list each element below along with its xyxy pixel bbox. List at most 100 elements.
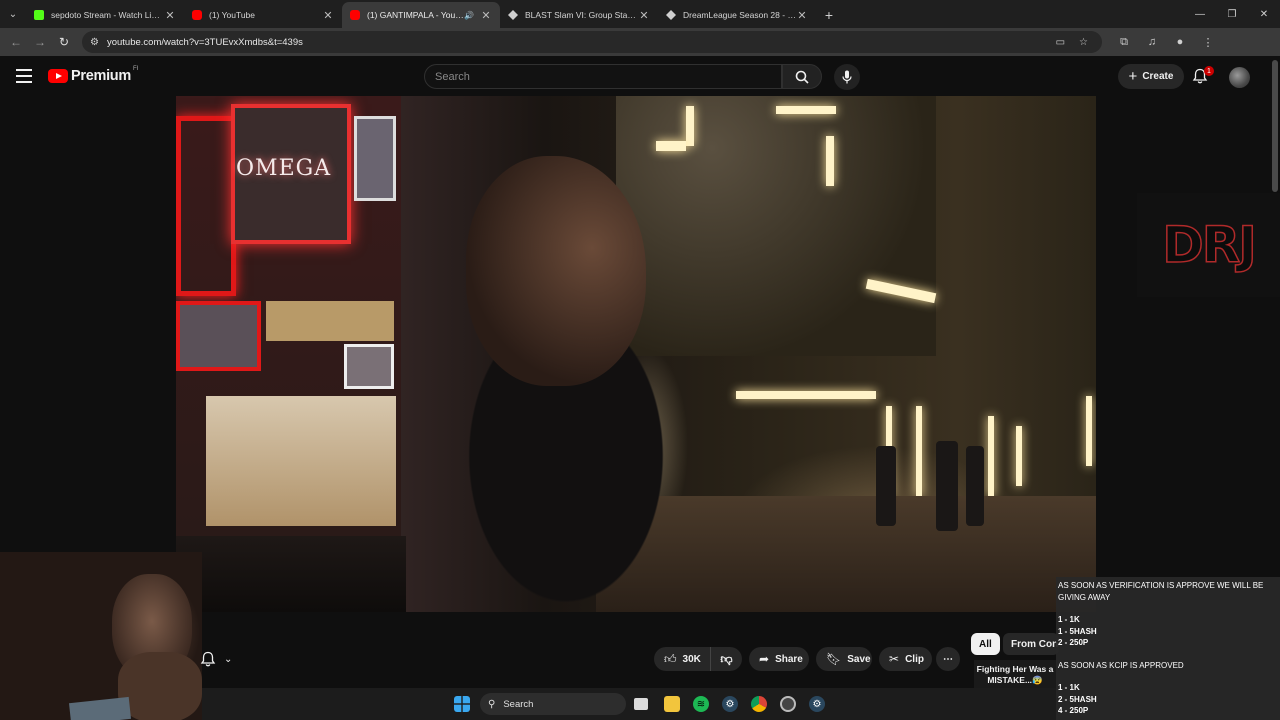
webcam-overlay xyxy=(0,552,202,720)
voice-search-button[interactable] xyxy=(834,64,860,90)
window-panel xyxy=(344,344,394,389)
tab-search-dropdown-icon[interactable]: ⌄ xyxy=(0,0,26,28)
tab-title: DreamLeague Season 28 - Liquipedia xyxy=(683,10,796,20)
filter-chip-from-channel[interactable]: From Cong xyxy=(1003,633,1059,655)
close-tab-icon[interactable]: ✕ xyxy=(322,9,334,22)
light xyxy=(988,416,994,496)
light xyxy=(1016,426,1022,486)
search-button[interactable] xyxy=(782,64,822,89)
pedestrian xyxy=(936,441,958,531)
tab-title: BLAST Slam VI: Group Stage - Liquipedia xyxy=(525,10,638,20)
liquipedia-icon xyxy=(508,10,518,20)
youtube-premium-logo[interactable]: Premium FI xyxy=(48,66,138,84)
light xyxy=(916,406,922,496)
filter-chip-all[interactable]: All xyxy=(971,633,1000,655)
liquipedia-icon xyxy=(666,10,676,20)
speaker-icon[interactable]: 🔊 xyxy=(464,11,474,20)
chrome-icon[interactable] xyxy=(751,696,767,712)
video-player[interactable]: OMEGA xyxy=(176,96,1096,612)
back-icon[interactable]: ← xyxy=(4,35,28,49)
pedestrian xyxy=(966,446,984,526)
giveaway-item: 1 - 1K xyxy=(1058,683,1080,692)
red-panel xyxy=(176,116,236,296)
profile-icon[interactable]: ● xyxy=(1166,36,1194,48)
subscription-notification-button[interactable]: ⌄ xyxy=(200,648,244,670)
browser-tab-kick[interactable]: sepdoto Stream - Watch Live on Kick ✕ xyxy=(26,2,184,28)
pedestrian xyxy=(876,446,896,526)
like-count: 30K xyxy=(682,653,701,665)
desk-item xyxy=(69,696,131,720)
plus-icon: + xyxy=(1128,68,1138,85)
windows-start-icon[interactable] xyxy=(454,696,470,712)
save-button[interactable]: 🔖︎ Save xyxy=(816,647,872,671)
like-button[interactable]: 👍︎ 30K xyxy=(654,647,710,671)
new-tab-icon[interactable]: + xyxy=(816,2,842,28)
create-button[interactable]: + Create xyxy=(1118,64,1184,89)
create-label: Create xyxy=(1142,71,1174,82)
taskbar-search[interactable]: ⚲ Search xyxy=(480,693,626,715)
recommended-video-title[interactable]: Fighting Her Was a MISTAKE...😰 xyxy=(974,660,1056,688)
forward-icon[interactable]: → xyxy=(28,35,52,49)
task-view-icon[interactable] xyxy=(634,698,648,710)
close-window-icon[interactable]: ✕ xyxy=(1248,0,1280,28)
file-explorer-icon[interactable] xyxy=(664,696,680,712)
notification-badge: 1 xyxy=(1204,66,1214,76)
giveaway-overlay: AS SOON AS VERIFICATION IS APPROVE WE WI… xyxy=(1056,577,1280,720)
browser-tab-dreamleague[interactable]: DreamLeague Season 28 - Liquipedia ✕ xyxy=(658,2,816,28)
dislike-button[interactable]: 👎︎ xyxy=(710,647,742,671)
more-horizontal-icon: ⋯ xyxy=(943,653,953,665)
streamer-hand xyxy=(118,652,202,720)
chrome-menu-icon[interactable]: ⋮ xyxy=(1194,36,1222,49)
close-tab-icon[interactable]: ✕ xyxy=(638,9,650,22)
giveaway-line: AS SOON AS KCIP IS APPROVED xyxy=(1058,660,1184,670)
omega-sign: OMEGA xyxy=(236,156,332,181)
youtube-icon xyxy=(192,10,202,20)
clip-label: Clip xyxy=(905,653,924,665)
page-scrollbar[interactable] xyxy=(1272,60,1278,192)
close-tab-icon[interactable]: ✕ xyxy=(480,9,492,22)
scissors-icon: ✂ xyxy=(889,652,900,666)
browser-tab-strip: ⌄ sepdoto Stream - Watch Live on Kick ✕ … xyxy=(0,0,1280,28)
tab-title: (1) GANTIMPALA - YouTube xyxy=(367,10,465,20)
address-bar[interactable]: ⚙ youtube.com/watch?v=3TUEvxXmdbs&t=439s… xyxy=(82,31,1102,53)
browser-tab-blast[interactable]: BLAST Slam VI: Group Stage - Liquipedia … xyxy=(500,2,658,28)
search-input[interactable]: Search xyxy=(424,64,782,89)
restore-icon[interactable]: ❐ xyxy=(1216,0,1248,28)
share-label: Share xyxy=(775,653,803,665)
guide-menu-icon[interactable] xyxy=(16,69,32,83)
browser-tab-gantimpala[interactable]: (1) GANTIMPALA - YouTube 🔊 ✕ xyxy=(342,2,500,28)
close-tab-icon[interactable]: ✕ xyxy=(164,9,176,22)
reco-title-line2: MISTAKE...😰 xyxy=(987,675,1043,685)
more-actions-button[interactable]: ⋯ xyxy=(936,647,960,671)
giveaway-item: 1 - 1K xyxy=(1058,615,1080,624)
microphone-icon xyxy=(842,70,852,84)
giveaway-item: 4 - 250P xyxy=(1058,706,1089,715)
youtube-logo-icon xyxy=(48,69,68,83)
share-arrow-icon: ➦ xyxy=(759,652,770,666)
clip-button[interactable]: ✂ Clip xyxy=(879,647,932,671)
windows-taskbar: ⚲ Search ≋ ⚙ ⚙ xyxy=(202,688,1056,720)
steam-icon[interactable]: ⚙ xyxy=(809,696,825,712)
tab-title: sepdoto Stream - Watch Live on Kick xyxy=(51,10,164,20)
browser-toolbar: ← → ↻ ⚙ youtube.com/watch?v=3TUEvxXmdbs&… xyxy=(0,28,1280,56)
media-controls-icon[interactable]: ♫ xyxy=(1138,36,1166,48)
steam-icon[interactable]: ⚙ xyxy=(722,696,738,712)
minimize-icon[interactable]: — xyxy=(1184,0,1216,28)
site-info-icon[interactable]: ⚙ xyxy=(90,37,99,48)
browser-tab-youtube[interactable]: (1) YouTube ✕ xyxy=(184,2,342,28)
extensions-icon[interactable]: ⧉ xyxy=(1110,36,1138,49)
save-label: Save xyxy=(847,653,871,665)
account-avatar[interactable] xyxy=(1229,67,1250,88)
close-tab-icon[interactable]: ✕ xyxy=(796,9,808,22)
bookmark-star-icon[interactable]: ☆ xyxy=(1079,37,1088,48)
url-text[interactable]: youtube.com/watch?v=3TUEvxXmdbs&t=439s xyxy=(107,37,1056,48)
reload-icon[interactable]: ↻ xyxy=(52,35,76,49)
app-icon[interactable] xyxy=(780,696,796,712)
window-panel xyxy=(176,301,261,371)
search-icon xyxy=(795,70,809,84)
share-button[interactable]: ➦ Share xyxy=(749,647,809,671)
tab-title: (1) YouTube xyxy=(209,10,255,20)
spotify-icon[interactable]: ≋ xyxy=(693,696,709,712)
cast-icon[interactable]: ▭ xyxy=(1056,37,1065,48)
thumbs-down-icon: 👎︎ xyxy=(720,651,733,666)
